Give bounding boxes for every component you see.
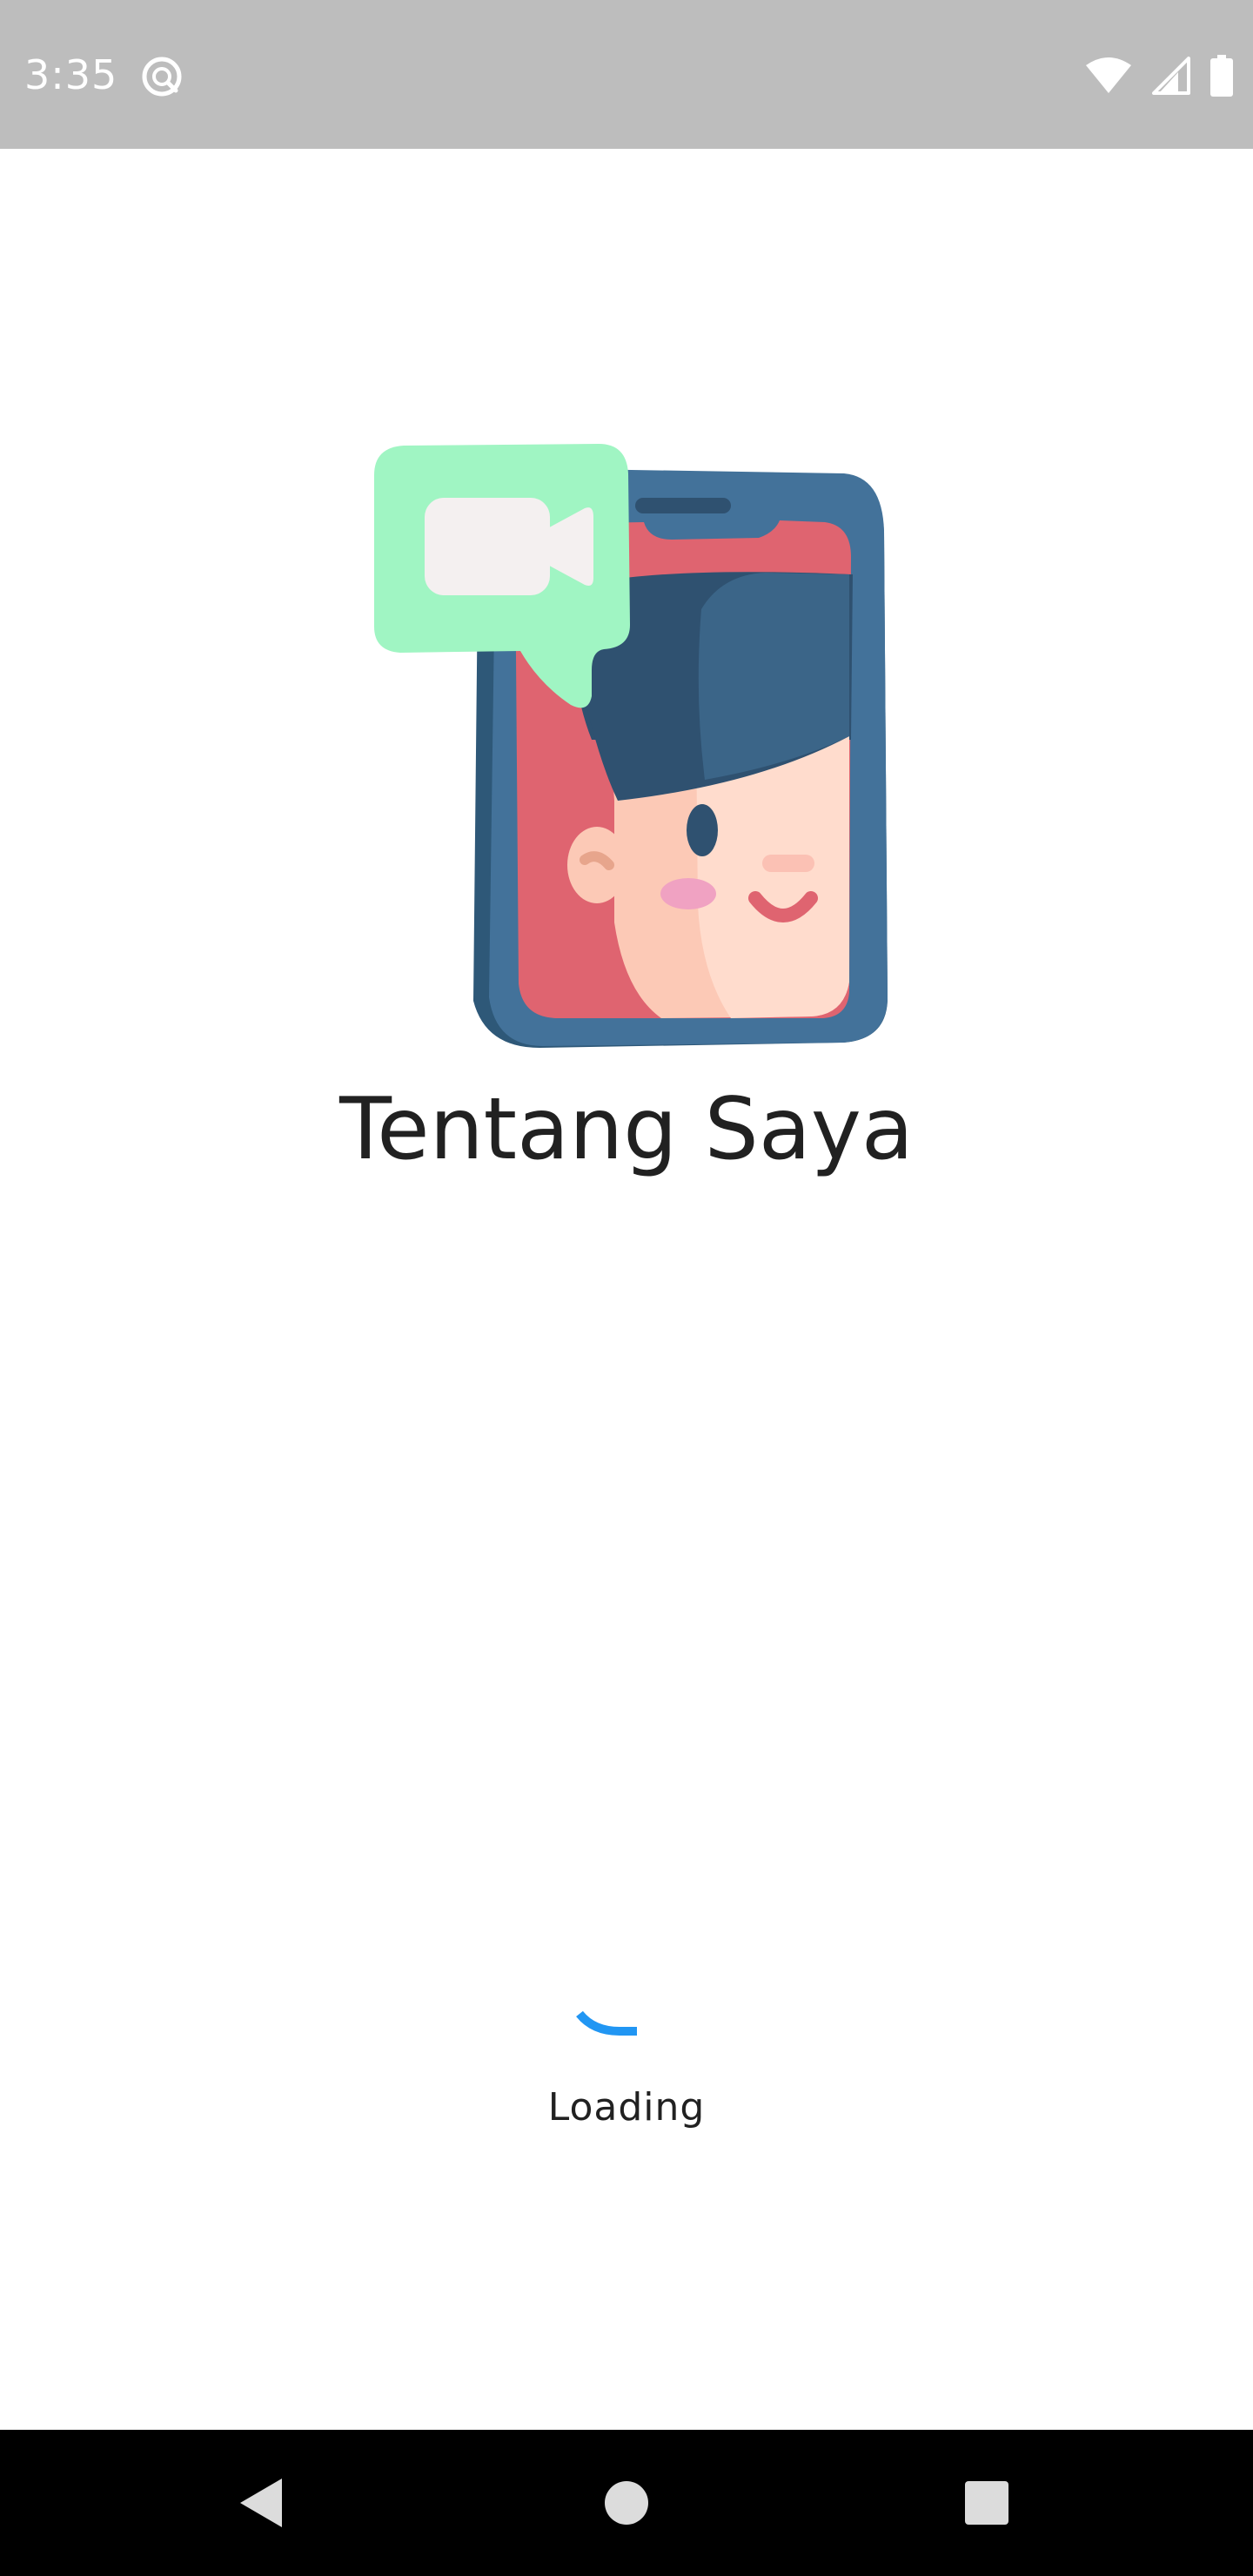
home-button[interactable] [583, 2459, 670, 2546]
wifi-icon [1086, 57, 1131, 93]
status-time: 3:35 [24, 51, 118, 98]
navigation-bar [0, 2430, 1253, 2576]
video-call-phone-illustration [374, 444, 888, 1048]
recents-icon [965, 2481, 1008, 2525]
loading-label: Loading [547, 2085, 706, 2130]
status-bar: 3:35 [0, 0, 1253, 149]
cellular-signal-icon [1152, 57, 1190, 95]
loading-spinner [576, 2010, 637, 2036]
recents-button[interactable] [943, 2459, 1030, 2546]
splash-screen: 3:35 Tentang Saya Loading [0, 0, 1253, 2576]
app-notification-icon [142, 57, 182, 97]
status-icons [1084, 54, 1234, 97]
app-title: Tentang Saya [339, 1080, 914, 1179]
battery-icon [1210, 55, 1233, 97]
back-button[interactable] [218, 2459, 305, 2546]
home-icon [605, 2481, 648, 2525]
back-icon [240, 2479, 282, 2527]
